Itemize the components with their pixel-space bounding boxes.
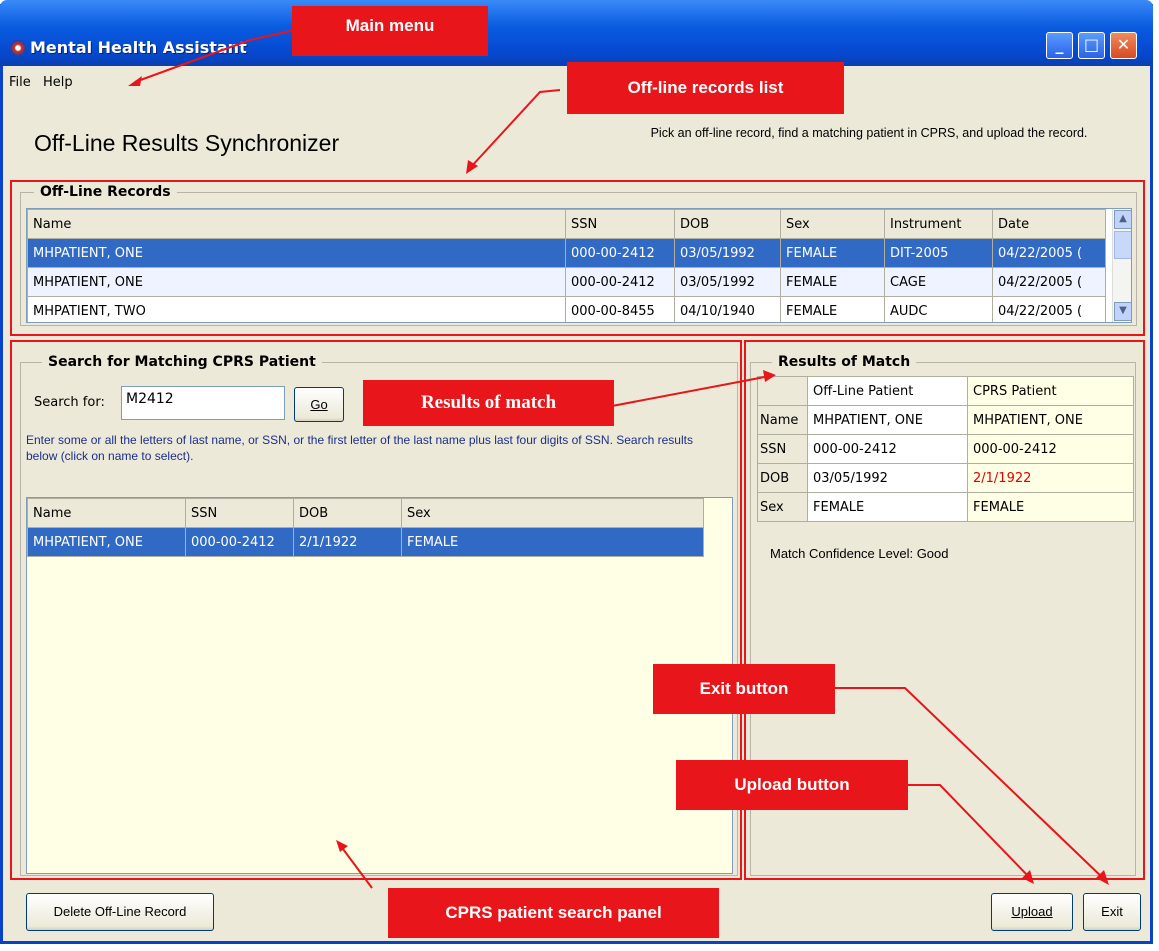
arrowhead-search-panel (336, 840, 348, 852)
arrow-main-menu (134, 29, 296, 83)
callout-offline-list: Off-line records list (567, 62, 844, 114)
arrow-search-panel (339, 844, 373, 889)
arrow-results-match (611, 375, 771, 407)
arrowhead-main-menu (128, 76, 142, 86)
annotation-arrows (128, 29, 1109, 889)
callout-upload-button: Upload button (676, 760, 908, 810)
callout-search-panel: CPRS patient search panel (388, 888, 719, 938)
arrow-upload (908, 784, 1031, 879)
callout-main-menu: Main menu (292, 6, 488, 56)
callout-results-match: Results of match (363, 380, 614, 426)
callout-exit-button: Exit button (653, 664, 835, 714)
arrowhead-results-match (763, 370, 776, 382)
arrow-offline-list (469, 89, 561, 169)
